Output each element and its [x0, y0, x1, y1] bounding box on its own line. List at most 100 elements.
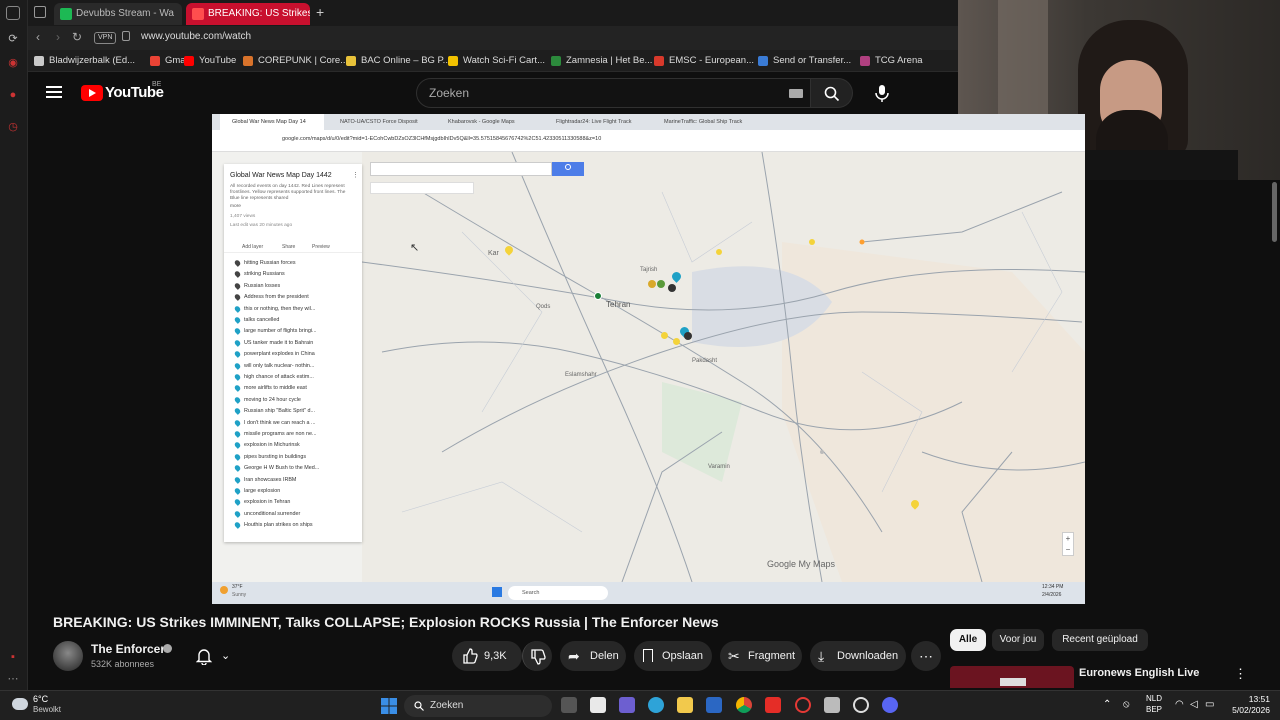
- new-tab-icon[interactable]: +: [316, 5, 324, 19]
- layer-item[interactable]: missile programs are non ne...: [233, 430, 317, 438]
- settings-icon[interactable]: [853, 697, 869, 713]
- vpn-badge[interactable]: VPN: [94, 32, 117, 44]
- layer-item[interactable]: Iran showcases IRBM: [233, 475, 296, 484]
- layer-item[interactable]: I don't think we can reach a ...: [233, 418, 315, 427]
- channel-name[interactable]: The Enforcer: [91, 642, 165, 656]
- map-marker-icon[interactable]: [657, 280, 665, 288]
- discord-icon[interactable]: [882, 697, 898, 713]
- map-search-input[interactable]: [370, 162, 552, 176]
- url-text[interactable]: www.youtube.com/watch: [141, 31, 251, 42]
- map-marker-icon[interactable]: [661, 332, 668, 339]
- panel-more-link[interactable]: more: [230, 204, 241, 209]
- layer-item[interactable]: Houthis plan strikes on ships: [233, 521, 313, 530]
- layer-item[interactable]: will only talk nuclear- nothin...: [233, 361, 314, 370]
- map-marker-icon[interactable]: [684, 332, 692, 340]
- layer-item[interactable]: Russian ship "Baltic Sprit" d...: [233, 407, 315, 416]
- calculator-icon[interactable]: [824, 697, 840, 713]
- store-icon[interactable]: [590, 697, 606, 713]
- bookmark-scifi[interactable]: Watch Sci-Fi Cart...: [448, 54, 545, 68]
- volume-icon[interactable]: ◁: [1190, 699, 1198, 710]
- layer-item[interactable]: US tanker made it to Bahrain: [233, 338, 313, 347]
- recommended-channel[interactable]: Euronews English Live: [1079, 667, 1199, 679]
- back-icon[interactable]: ‹: [36, 30, 40, 44]
- scrollbar-thumb[interactable]: [1272, 182, 1277, 242]
- opera-icon[interactable]: [795, 697, 811, 713]
- layer-item[interactable]: George H W Bush to the Med...: [233, 464, 319, 473]
- clock-date[interactable]: 5/02/2026: [1224, 705, 1270, 715]
- reload-icon[interactable]: ↻: [72, 30, 82, 44]
- windows-start-icon[interactable]: [492, 587, 502, 597]
- edge-icon[interactable]: [648, 697, 664, 713]
- recommended-thumbnail[interactable]: [950, 666, 1074, 688]
- bookmark-corepunk[interactable]: COREPUNK | Core...: [243, 54, 348, 68]
- clip-button[interactable]: ✂ Fragment: [720, 641, 802, 671]
- layer-item[interactable]: large number of flights bringi...: [233, 327, 317, 336]
- layer-item[interactable]: hitting Russian forces: [233, 259, 296, 267]
- more-actions-icon[interactable]: ⋯: [911, 641, 941, 671]
- menu-icon[interactable]: [46, 86, 62, 98]
- zoom-controls[interactable]: + −: [1062, 532, 1074, 556]
- map-marker-icon[interactable]: [673, 338, 680, 345]
- layer-item[interactable]: large explosion: [233, 487, 280, 495]
- layer-item[interactable]: powerplant explodes in China: [233, 350, 315, 359]
- map-toolbar[interactable]: [370, 182, 474, 194]
- search-button[interactable]: [811, 78, 853, 108]
- channel-avatar[interactable]: [53, 641, 83, 671]
- file-explorer-icon[interactable]: [677, 697, 693, 713]
- bookmark-transfer[interactable]: Send or Transfer...: [758, 54, 851, 68]
- forward-icon[interactable]: ›: [56, 30, 60, 44]
- layer-item[interactable]: pipes bursting in buildings: [233, 452, 306, 461]
- clock-time[interactable]: 13:51: [1228, 694, 1270, 704]
- teams-icon[interactable]: [619, 697, 635, 713]
- youtube-taskbar-icon[interactable]: [765, 697, 781, 713]
- messenger-icon[interactable]: ◉: [6, 56, 20, 70]
- bookmark-zamnesia[interactable]: Zamnesia | Het Be...: [551, 54, 652, 68]
- tray-app-icon[interactable]: ⦸: [1123, 699, 1130, 710]
- share-button[interactable]: ➦ Delen: [560, 641, 626, 671]
- layer-item[interactable]: unconditional surrender: [233, 509, 300, 518]
- video-player[interactable]: Global War News Map Day 14 NATO-UA/CSTO …: [212, 114, 1085, 604]
- language-secondary[interactable]: BEP: [1146, 705, 1162, 714]
- tab-breaking[interactable]: BREAKING: US Strikes: [186, 3, 310, 25]
- bookmark-youtube[interactable]: YouTube: [184, 54, 236, 68]
- chip-all[interactable]: Alle: [950, 629, 986, 651]
- search-input[interactable]: Zoeken: [416, 78, 811, 108]
- panel-menu-icon[interactable]: ⋮: [352, 171, 359, 179]
- layer-item[interactable]: Russian losses: [233, 281, 280, 290]
- embedded-search[interactable]: Search: [508, 586, 608, 600]
- layer-item[interactable]: moving to 24 hour cycle: [233, 395, 301, 404]
- map-marker-icon[interactable]: [668, 284, 676, 292]
- microphone-icon[interactable]: [875, 85, 889, 102]
- mail-icon[interactable]: [706, 697, 722, 713]
- reload-sidebar-icon[interactable]: ⟳: [6, 32, 20, 46]
- chrome-icon[interactable]: [736, 697, 752, 713]
- bell-icon[interactable]: [196, 647, 212, 665]
- layer-item[interactable]: talks cancelled: [233, 316, 279, 324]
- layer-item[interactable]: this or nothing, then they wil...: [233, 304, 315, 313]
- layer-item[interactable]: explosion in Michurinsk: [233, 441, 300, 450]
- bookmark-tcg[interactable]: TCG Arena: [860, 54, 923, 68]
- battery-icon[interactable]: ▭: [1205, 699, 1214, 710]
- layer-item[interactable]: high chance of attack estim...: [233, 373, 314, 381]
- language-primary[interactable]: NLD: [1146, 694, 1162, 703]
- keyboard-icon[interactable]: [789, 89, 803, 98]
- chip-for-you[interactable]: Voor jou: [992, 629, 1044, 651]
- windows-start-icon[interactable]: [381, 698, 397, 714]
- taskbar-search[interactable]: Zoeken: [404, 695, 552, 717]
- tab-devubbs[interactable]: Devubbs Stream - Wa: [54, 3, 182, 25]
- layer-item[interactable]: Address from the president: [233, 293, 309, 302]
- add-layer-button[interactable]: Add layer: [242, 244, 263, 250]
- wifi-icon[interactable]: ◠: [1175, 699, 1184, 710]
- more-icon[interactable]: ⋯: [6, 672, 20, 686]
- opera-logo-icon[interactable]: [6, 6, 20, 20]
- map-marker-icon[interactable]: [648, 280, 656, 288]
- vpn-sidebar-icon[interactable]: ▪: [6, 650, 20, 664]
- chip-recent[interactable]: Recent geüpload: [1052, 629, 1148, 651]
- bookmark-emsc[interactable]: EMSC - European...: [654, 54, 754, 68]
- youtube-logo-icon[interactable]: [81, 85, 103, 101]
- share-button[interactable]: Share: [282, 244, 295, 250]
- task-view-icon[interactable]: [561, 697, 577, 713]
- like-button[interactable]: 9,3K: [452, 641, 522, 671]
- player-icon[interactable]: ●: [6, 88, 20, 102]
- chevron-down-icon[interactable]: ⌄: [221, 649, 230, 662]
